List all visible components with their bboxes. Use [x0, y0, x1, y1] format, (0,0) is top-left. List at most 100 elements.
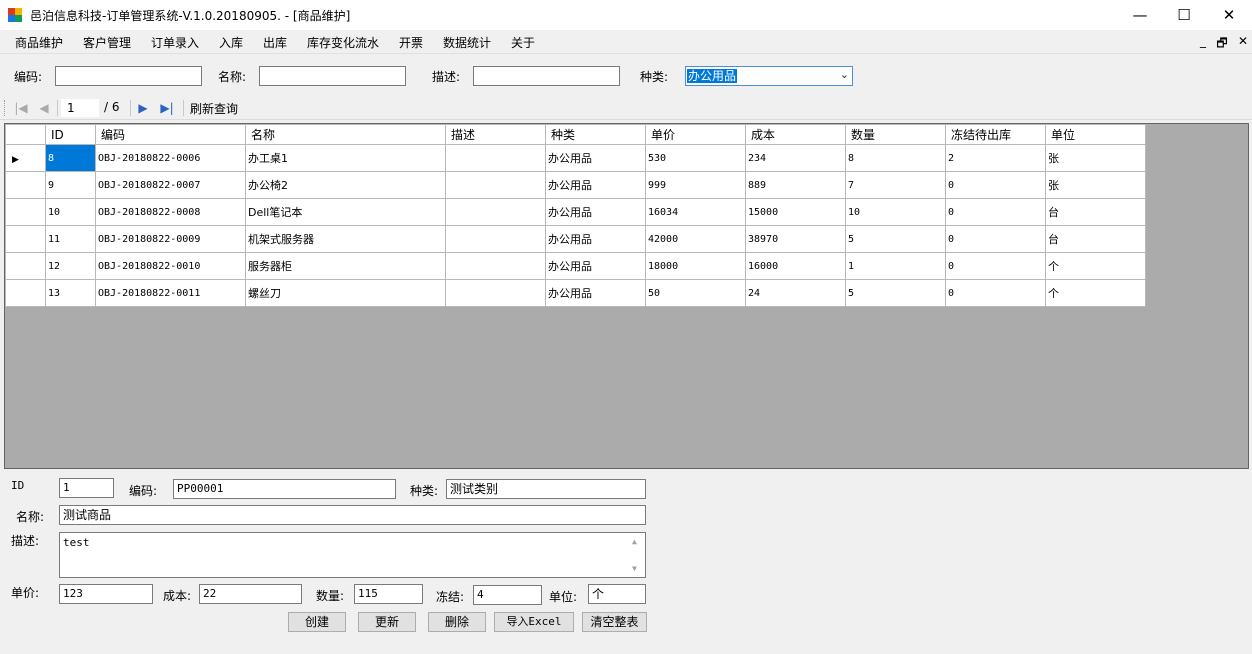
- menu-order-entry[interactable]: 订单录入: [151, 34, 199, 51]
- cell-cost[interactable]: 38970: [745, 225, 846, 253]
- column-header-name[interactable]: 名称: [245, 124, 446, 145]
- cell-price[interactable]: 530: [645, 144, 746, 172]
- cell-cost[interactable]: 234: [745, 144, 846, 172]
- cell-category[interactable]: 办公用品: [545, 225, 646, 253]
- cell-unit[interactable]: 台: [1045, 198, 1146, 226]
- cell-category[interactable]: 办公用品: [545, 198, 646, 226]
- cell-quantity[interactable]: 5: [845, 279, 946, 307]
- cell-name[interactable]: 办工桌1: [245, 144, 446, 172]
- cell-description[interactable]: [445, 225, 546, 253]
- cell-cost[interactable]: 889: [745, 171, 846, 199]
- cell-id[interactable]: 12: [45, 252, 96, 280]
- cell-price[interactable]: 42000: [645, 225, 746, 253]
- cell-code[interactable]: OBJ-20180822-0011: [95, 279, 246, 307]
- cell-name[interactable]: 服务器柜: [245, 252, 446, 280]
- cell-frozen[interactable]: 0: [945, 225, 1046, 253]
- cell-price[interactable]: 18000: [645, 252, 746, 280]
- cell-frozen[interactable]: 0: [945, 171, 1046, 199]
- table-row[interactable]: 12 OBJ-20180822-0010 服务器柜 办公用品 18000 160…: [5, 252, 1146, 280]
- menu-product-maintenance[interactable]: 商品维护: [15, 34, 63, 51]
- cell-quantity[interactable]: 1: [845, 252, 946, 280]
- maximize-button[interactable]: ☐: [1161, 0, 1207, 30]
- mdi-close-button[interactable]: ✕: [1236, 34, 1250, 48]
- detail-unit-input[interactable]: 个: [588, 584, 646, 604]
- column-header-id[interactable]: ID: [45, 124, 96, 145]
- create-button[interactable]: 创建: [288, 612, 346, 632]
- row-header[interactable]: [5, 198, 46, 226]
- menu-invoicing[interactable]: 开票: [399, 34, 423, 51]
- column-header-frozen[interactable]: 冻结待出库: [945, 124, 1046, 145]
- column-header-quantity[interactable]: 数量: [845, 124, 946, 145]
- cell-quantity[interactable]: 10: [845, 198, 946, 226]
- cell-unit[interactable]: 张: [1045, 171, 1146, 199]
- menu-customer-management[interactable]: 客户管理: [83, 34, 131, 51]
- cell-code[interactable]: OBJ-20180822-0006: [95, 144, 246, 172]
- cell-unit[interactable]: 个: [1045, 279, 1146, 307]
- cell-name[interactable]: 办公椅2: [245, 171, 446, 199]
- row-header[interactable]: ▶: [5, 144, 46, 172]
- cell-unit[interactable]: 个: [1045, 252, 1146, 280]
- cell-description[interactable]: [445, 279, 546, 307]
- cell-description[interactable]: [445, 198, 546, 226]
- detail-code-input[interactable]: PP00001: [173, 479, 396, 499]
- chevron-down-icon[interactable]: ⌄: [840, 68, 849, 81]
- cell-description[interactable]: [445, 252, 546, 280]
- detail-name-input[interactable]: 测试商品: [59, 505, 646, 525]
- cell-id[interactable]: 11: [45, 225, 96, 253]
- cell-name[interactable]: 螺丝刀: [245, 279, 446, 307]
- cell-frozen[interactable]: 2: [945, 144, 1046, 172]
- detail-category-input[interactable]: 测试类别: [446, 479, 646, 499]
- column-header-price[interactable]: 单价: [645, 124, 746, 145]
- delete-button[interactable]: 删除: [428, 612, 486, 632]
- minimize-button[interactable]: —: [1117, 0, 1163, 30]
- detail-cost-input[interactable]: 22: [199, 584, 302, 604]
- cell-frozen[interactable]: 0: [945, 198, 1046, 226]
- row-header[interactable]: [5, 225, 46, 253]
- cell-category[interactable]: 办公用品: [545, 279, 646, 307]
- menu-statistics[interactable]: 数据统计: [443, 34, 491, 51]
- cell-code[interactable]: OBJ-20180822-0007: [95, 171, 246, 199]
- cell-category[interactable]: 办公用品: [545, 171, 646, 199]
- textarea-scrollbar[interactable]: ▲ ▼: [629, 534, 644, 576]
- cell-category[interactable]: 办公用品: [545, 144, 646, 172]
- detail-desc-textarea[interactable]: test ▲ ▼: [59, 532, 646, 578]
- row-header[interactable]: [5, 279, 46, 307]
- detail-price-input[interactable]: 123: [59, 584, 153, 604]
- move-previous-icon[interactable]: ◀: [37, 98, 51, 118]
- cell-name[interactable]: 机架式服务器: [245, 225, 446, 253]
- cell-price[interactable]: 50: [645, 279, 746, 307]
- cell-unit[interactable]: 张: [1045, 144, 1146, 172]
- move-next-icon[interactable]: ▶: [136, 98, 150, 118]
- refresh-query-button[interactable]: 刷新查询: [190, 100, 238, 117]
- menu-stock-in[interactable]: 入库: [219, 34, 243, 51]
- cell-code[interactable]: OBJ-20180822-0009: [95, 225, 246, 253]
- menu-about[interactable]: 关于: [511, 34, 535, 51]
- detail-quantity-input[interactable]: 115: [354, 584, 423, 604]
- cell-cost[interactable]: 15000: [745, 198, 846, 226]
- row-header[interactable]: [5, 171, 46, 199]
- mdi-restore-button[interactable]: 🗗: [1215, 34, 1229, 55]
- cell-code[interactable]: OBJ-20180822-0008: [95, 198, 246, 226]
- cell-frozen[interactable]: 0: [945, 252, 1046, 280]
- move-last-icon[interactable]: ▶|: [160, 98, 174, 118]
- column-header-description[interactable]: 描述: [445, 124, 546, 145]
- cell-quantity[interactable]: 8: [845, 144, 946, 172]
- mdi-minimize-button[interactable]: _: [1196, 34, 1210, 48]
- cell-price[interactable]: 16034: [645, 198, 746, 226]
- menu-stock-out[interactable]: 出库: [263, 34, 287, 51]
- cell-category[interactable]: 办公用品: [545, 252, 646, 280]
- close-button[interactable]: ✕: [1206, 0, 1252, 30]
- column-header-cost[interactable]: 成本: [745, 124, 846, 145]
- table-row[interactable]: ▶ 8 OBJ-20180822-0006 办工桌1 办公用品 530 234 …: [5, 144, 1146, 172]
- cell-unit[interactable]: 台: [1045, 225, 1146, 253]
- table-row[interactable]: 10 OBJ-20180822-0008 Dell笔记本 办公用品 16034 …: [5, 198, 1146, 226]
- column-header-code[interactable]: 编码: [95, 124, 246, 145]
- row-header[interactable]: [5, 252, 46, 280]
- import-excel-button[interactable]: 导入Excel: [494, 612, 574, 632]
- cell-description[interactable]: [445, 171, 546, 199]
- cell-code[interactable]: OBJ-20180822-0010: [95, 252, 246, 280]
- cell-description[interactable]: [445, 144, 546, 172]
- scroll-up-icon[interactable]: ▲: [632, 537, 637, 546]
- cell-cost[interactable]: 24: [745, 279, 846, 307]
- cell-price[interactable]: 999: [645, 171, 746, 199]
